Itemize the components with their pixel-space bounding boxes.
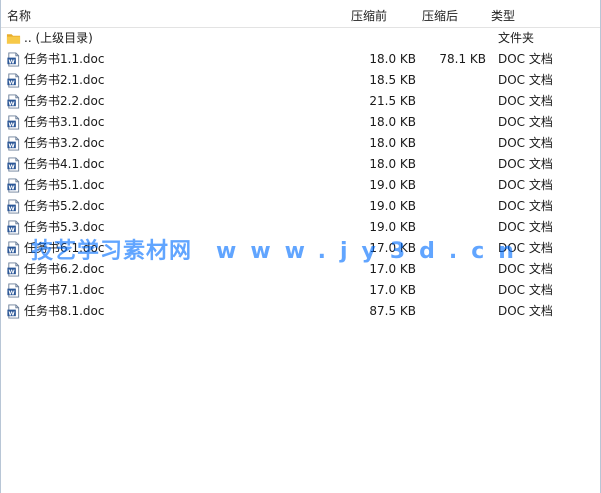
- file-row[interactable]: W 任务书3.1.doc 18.0 KB DOC 文档: [1, 112, 600, 133]
- column-header-size[interactable]: 压缩后: [422, 9, 458, 23]
- file-compressed-size: 17.0 KB: [369, 283, 416, 297]
- file-name: 任务书3.1.doc: [24, 115, 105, 129]
- file-name: 任务书2.1.doc: [24, 73, 105, 87]
- svg-text:W: W: [9, 311, 16, 317]
- file-type: DOC 文档: [498, 220, 553, 234]
- file-name: 任务书6.2.doc: [24, 262, 105, 276]
- svg-text:W: W: [9, 101, 16, 107]
- word-doc-icon: W: [7, 157, 20, 172]
- file-type: DOC 文档: [498, 73, 553, 87]
- parent-directory-type: 文件夹: [498, 31, 535, 45]
- file-row[interactable]: W 任务书6.1.doc 17.0 KB DOC 文档: [1, 238, 600, 259]
- file-name: 任务书8.1.doc: [24, 304, 105, 318]
- file-type: DOC 文档: [498, 304, 553, 318]
- file-compressed-size: 18.0 KB: [369, 52, 416, 66]
- file-row[interactable]: W 任务书6.2.doc 17.0 KB DOC 文档: [1, 259, 600, 280]
- parent-directory-label: .. (上级目录): [24, 31, 93, 45]
- file-type: DOC 文档: [498, 52, 553, 66]
- file-type: DOC 文档: [498, 178, 553, 192]
- parent-directory-row[interactable]: .. (上级目录) 文件夹: [1, 28, 600, 49]
- file-name: 任务书1.1.doc: [24, 52, 105, 66]
- word-doc-icon: W: [7, 262, 20, 277]
- svg-text:W: W: [9, 164, 16, 170]
- file-compressed-size: 19.0 KB: [369, 199, 416, 213]
- svg-text:W: W: [9, 143, 16, 149]
- svg-text:W: W: [9, 59, 16, 65]
- file-type: DOC 文档: [498, 136, 553, 150]
- file-size: 78.1 KB: [439, 52, 486, 66]
- svg-text:W: W: [9, 290, 16, 296]
- file-name: 任务书5.1.doc: [24, 178, 105, 192]
- svg-text:W: W: [9, 80, 16, 86]
- svg-text:W: W: [9, 269, 16, 275]
- file-row[interactable]: W 任务书8.1.doc 87.5 KB DOC 文档: [1, 301, 600, 322]
- file-row[interactable]: W 任务书5.1.doc 19.0 KB DOC 文档: [1, 175, 600, 196]
- word-doc-icon: W: [7, 94, 20, 109]
- word-doc-icon: W: [7, 199, 20, 214]
- file-list-window: 名称 压缩前 压缩后 类型 .. (上级目录) 文件夹 W 任务书1.1.doc 1…: [0, 0, 601, 493]
- file-compressed-size: 18.0 KB: [369, 157, 416, 171]
- file-name: 任务书5.3.doc: [24, 220, 105, 234]
- word-doc-icon: W: [7, 73, 20, 88]
- file-row[interactable]: W 任务书2.1.doc 18.5 KB DOC 文档: [1, 70, 600, 91]
- file-name: 任务书3.2.doc: [24, 136, 105, 150]
- file-type: DOC 文档: [498, 94, 553, 108]
- svg-text:W: W: [9, 227, 16, 233]
- file-compressed-size: 17.0 KB: [369, 241, 416, 255]
- file-name: 任务书6.1.doc: [24, 241, 105, 255]
- column-header-type[interactable]: 类型: [491, 9, 515, 23]
- file-row[interactable]: W 任务书1.1.doc 18.0 KB 78.1 KB DOC 文档: [1, 49, 600, 70]
- file-name: 任务书4.1.doc: [24, 157, 105, 171]
- svg-text:W: W: [9, 206, 16, 212]
- file-compressed-size: 87.5 KB: [369, 304, 416, 318]
- file-type: DOC 文档: [498, 283, 553, 297]
- file-name: 任务书2.2.doc: [24, 94, 105, 108]
- word-doc-icon: W: [7, 220, 20, 235]
- column-header-compressed[interactable]: 压缩前: [351, 9, 387, 23]
- word-doc-icon: W: [7, 52, 20, 67]
- file-compressed-size: 21.5 KB: [369, 94, 416, 108]
- file-type: DOC 文档: [498, 241, 553, 255]
- file-type: DOC 文档: [498, 115, 553, 129]
- file-compressed-size: 19.0 KB: [369, 178, 416, 192]
- file-row[interactable]: W 任务书5.2.doc 19.0 KB DOC 文档: [1, 196, 600, 217]
- file-row[interactable]: W 任务书5.3.doc 19.0 KB DOC 文档: [1, 217, 600, 238]
- svg-text:W: W: [9, 185, 16, 191]
- file-compressed-size: 18.5 KB: [369, 73, 416, 87]
- folder-icon: [6, 34, 21, 44]
- word-doc-icon: W: [7, 115, 20, 130]
- file-type: DOC 文档: [498, 157, 553, 171]
- file-name: 任务书7.1.doc: [24, 283, 105, 297]
- file-row[interactable]: W 任务书3.2.doc 18.0 KB DOC 文档: [1, 133, 600, 154]
- svg-text:W: W: [9, 248, 16, 254]
- svg-text:W: W: [9, 122, 16, 128]
- word-doc-icon: W: [7, 283, 20, 298]
- word-doc-icon: W: [7, 241, 20, 256]
- file-compressed-size: 18.0 KB: [369, 115, 416, 129]
- file-row[interactable]: W 任务书2.2.doc 21.5 KB DOC 文档: [1, 91, 600, 112]
- file-type: DOC 文档: [498, 199, 553, 213]
- file-name: 任务书5.2.doc: [24, 199, 105, 213]
- column-header-name[interactable]: 名称: [7, 9, 31, 23]
- file-compressed-size: 19.0 KB: [369, 220, 416, 234]
- word-doc-icon: W: [7, 178, 20, 193]
- file-type: DOC 文档: [498, 262, 553, 276]
- file-compressed-size: 17.0 KB: [369, 262, 416, 276]
- word-doc-icon: W: [7, 304, 20, 319]
- file-row[interactable]: W 任务书4.1.doc 18.0 KB DOC 文档: [1, 154, 600, 175]
- column-header-bar: 名称 压缩前 压缩后 类型: [1, 0, 600, 28]
- file-row[interactable]: W 任务书7.1.doc 17.0 KB DOC 文档: [1, 280, 600, 301]
- file-compressed-size: 18.0 KB: [369, 136, 416, 150]
- word-doc-icon: W: [7, 136, 20, 151]
